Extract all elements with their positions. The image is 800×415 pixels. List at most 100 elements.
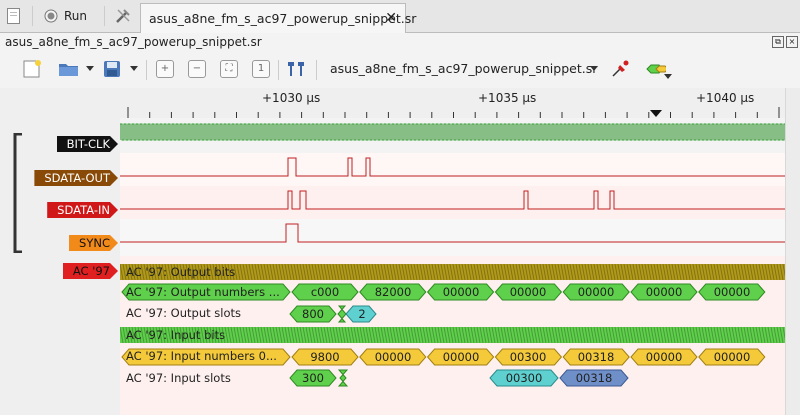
- tab-bar: Run asus_a8ne_fm_s_ac97_powerup_snippet.…: [0, 0, 800, 33]
- zoom-fit-icon[interactable]: ⛶: [220, 60, 238, 78]
- separator: [32, 6, 33, 26]
- signal-name: BIT-CLK: [66, 137, 110, 151]
- session-dropdown-icon[interactable]: [590, 66, 598, 71]
- close-view-icon[interactable]: ×: [786, 36, 798, 48]
- zoom-out-icon[interactable]: −: [188, 60, 206, 78]
- view-title: asus_a8ne_fm_s_ac97_powerup_snippet.sr: [5, 35, 262, 49]
- zoom-in-icon[interactable]: +: [156, 60, 174, 78]
- zoom-one-to-one-icon[interactable]: 1: [252, 60, 270, 78]
- record-icon: [44, 9, 58, 23]
- annotation-input-slot[interactable]: 00300: [492, 370, 556, 386]
- open-dropdown-icon[interactable]: [86, 66, 94, 71]
- annotation-output-number[interactable]: 00000: [495, 284, 561, 300]
- signal-tag-bit-clk[interactable]: BIT-CLK: [57, 136, 118, 152]
- vertical-scrollbar[interactable]: [785, 88, 800, 415]
- annotation-value: 00318: [577, 350, 615, 364]
- close-tab-icon[interactable]: ✕: [385, 10, 397, 26]
- annotation-value: 00000: [713, 350, 751, 364]
- row-background: [120, 153, 785, 186]
- annotation-value: 00300: [509, 350, 547, 364]
- annotation-output-number[interactable]: 00000: [631, 284, 697, 300]
- separator: [316, 60, 317, 80]
- annotation-input-slot[interactable]: 300: [292, 370, 334, 386]
- signal-tag-sync[interactable]: SYNC: [69, 235, 118, 251]
- view-title-row: asus_a8ne_fm_s_ac97_powerup_snippet.sr ⧉…: [0, 33, 800, 52]
- signal-tag-sdata-in[interactable]: SDATA-IN: [47, 202, 118, 218]
- run-label: Run: [64, 9, 88, 23]
- annotation-value: 82000: [374, 285, 412, 299]
- separator: [278, 60, 279, 80]
- annotation-value: 00000: [374, 350, 412, 364]
- decoder-row-label: AC '97: Input bits: [126, 328, 226, 342]
- signal-tag-sdata-out[interactable]: SDATA-OUT: [34, 170, 118, 186]
- annotation-output-number[interactable]: 82000: [360, 284, 426, 300]
- decoder-row-label: AC '97: Input numbers 0...: [126, 349, 277, 363]
- signal-name: SDATA-OUT: [44, 171, 110, 185]
- decoder-name: AC '97: [72, 264, 110, 278]
- trace-area[interactable]: AC '97: Output bits AC '97: Output numbe…: [120, 118, 785, 415]
- row-background: [120, 219, 785, 256]
- annotation-input-number[interactable]: 9800: [292, 349, 358, 365]
- annotation-value: 00000: [442, 350, 480, 364]
- signal-name: SYNC: [79, 236, 110, 250]
- group-bracket: [13, 133, 22, 253]
- main-toolbar: + − ⛶ 1 asus_a8ne_fm_s_ac97_powerup_snip…: [0, 52, 800, 89]
- ruler-label: +1040 µs: [696, 91, 755, 105]
- restore-icon[interactable]: ⧉: [772, 36, 784, 48]
- probe-icon[interactable]: [610, 59, 630, 79]
- ruler-label: +1030 µs: [262, 91, 321, 105]
- tab-label: asus_a8ne_fm_s_ac97_powerup_snippet.sr: [149, 11, 417, 26]
- run-button[interactable]: Run: [44, 4, 87, 28]
- annotation-value: 800: [302, 307, 324, 321]
- document-icon: [7, 8, 20, 24]
- annotation-value: 00300: [505, 371, 543, 385]
- annotation-value: 9800: [310, 350, 340, 364]
- signal-label-column: BIT-CLK SDATA-OUT SDATA-IN SYNC AC '97: [0, 88, 120, 415]
- decoder-dropdown-icon[interactable]: [664, 74, 672, 79]
- session-name[interactable]: asus_a8ne_fm_s_ac97_powerup_snippet.sr: [330, 61, 597, 76]
- annotation-value: 00000: [442, 285, 480, 299]
- annotation-value: 00318: [575, 371, 613, 385]
- separator: [146, 60, 147, 80]
- annotation-input-number[interactable]: 00300: [495, 349, 561, 365]
- annotation-value: 00000: [577, 285, 615, 299]
- annotation-input-number[interactable]: 00000: [428, 349, 494, 365]
- save-dropdown-icon[interactable]: [130, 66, 138, 71]
- bit-clk-fill: [120, 124, 785, 140]
- ruler-ticks: [127, 107, 780, 118]
- annotation-value: 2: [358, 307, 366, 321]
- annotation-value: 300: [302, 371, 324, 385]
- new-view-icon[interactable]: [22, 59, 42, 79]
- annotation-value: 00000: [713, 285, 751, 299]
- save-icon[interactable]: [102, 59, 122, 79]
- open-folder-icon[interactable]: [58, 59, 78, 79]
- annotation-output-slot[interactable]: 2: [348, 306, 376, 322]
- tab-session[interactable]: asus_a8ne_fm_s_ac97_powerup_snippet.sr ✕: [140, 3, 416, 33]
- add-decoder-icon[interactable]: [646, 59, 666, 79]
- decoder-row-label: AC '97: Output bits: [126, 265, 236, 279]
- settings-button[interactable]: [114, 4, 132, 28]
- annotation-output-number[interactable]: 00000: [563, 284, 629, 300]
- decoder-tag-ac97[interactable]: AC '97: [63, 263, 118, 279]
- annotation-input-number[interactable]: 00000: [360, 349, 426, 365]
- annotation-value: 00000: [645, 350, 683, 364]
- row-background: [120, 186, 785, 219]
- decoder-row-label: AC '97: Output numbers ...: [126, 285, 280, 299]
- annotation-output-number[interactable]: 00000: [699, 284, 765, 300]
- decoder-row-label: AC '97: Input slots: [126, 371, 231, 385]
- annotation-input-number[interactable]: 00000: [631, 349, 697, 365]
- ruler-label: +1035 µs: [478, 91, 537, 105]
- decoder-row-label: AC '97: Output slots: [126, 306, 241, 320]
- annotation-output-number[interactable]: 00000: [428, 284, 494, 300]
- annotation-value: c000: [310, 285, 340, 299]
- new-file-button[interactable]: [6, 4, 22, 28]
- annotation-output-number[interactable]: c000: [292, 284, 358, 300]
- time-ruler: +1030 µs +1035 µs +1040 µs: [120, 88, 785, 118]
- annotation-input-slot[interactable]: 00318: [562, 370, 626, 386]
- annotation-input-number[interactable]: 00000: [699, 349, 765, 365]
- separator: [104, 6, 105, 26]
- annotation-input-number[interactable]: 00318: [563, 349, 629, 365]
- tools-icon: [116, 9, 130, 23]
- cursors-icon[interactable]: [286, 59, 306, 79]
- annotation-output-slot[interactable]: 800: [292, 306, 334, 322]
